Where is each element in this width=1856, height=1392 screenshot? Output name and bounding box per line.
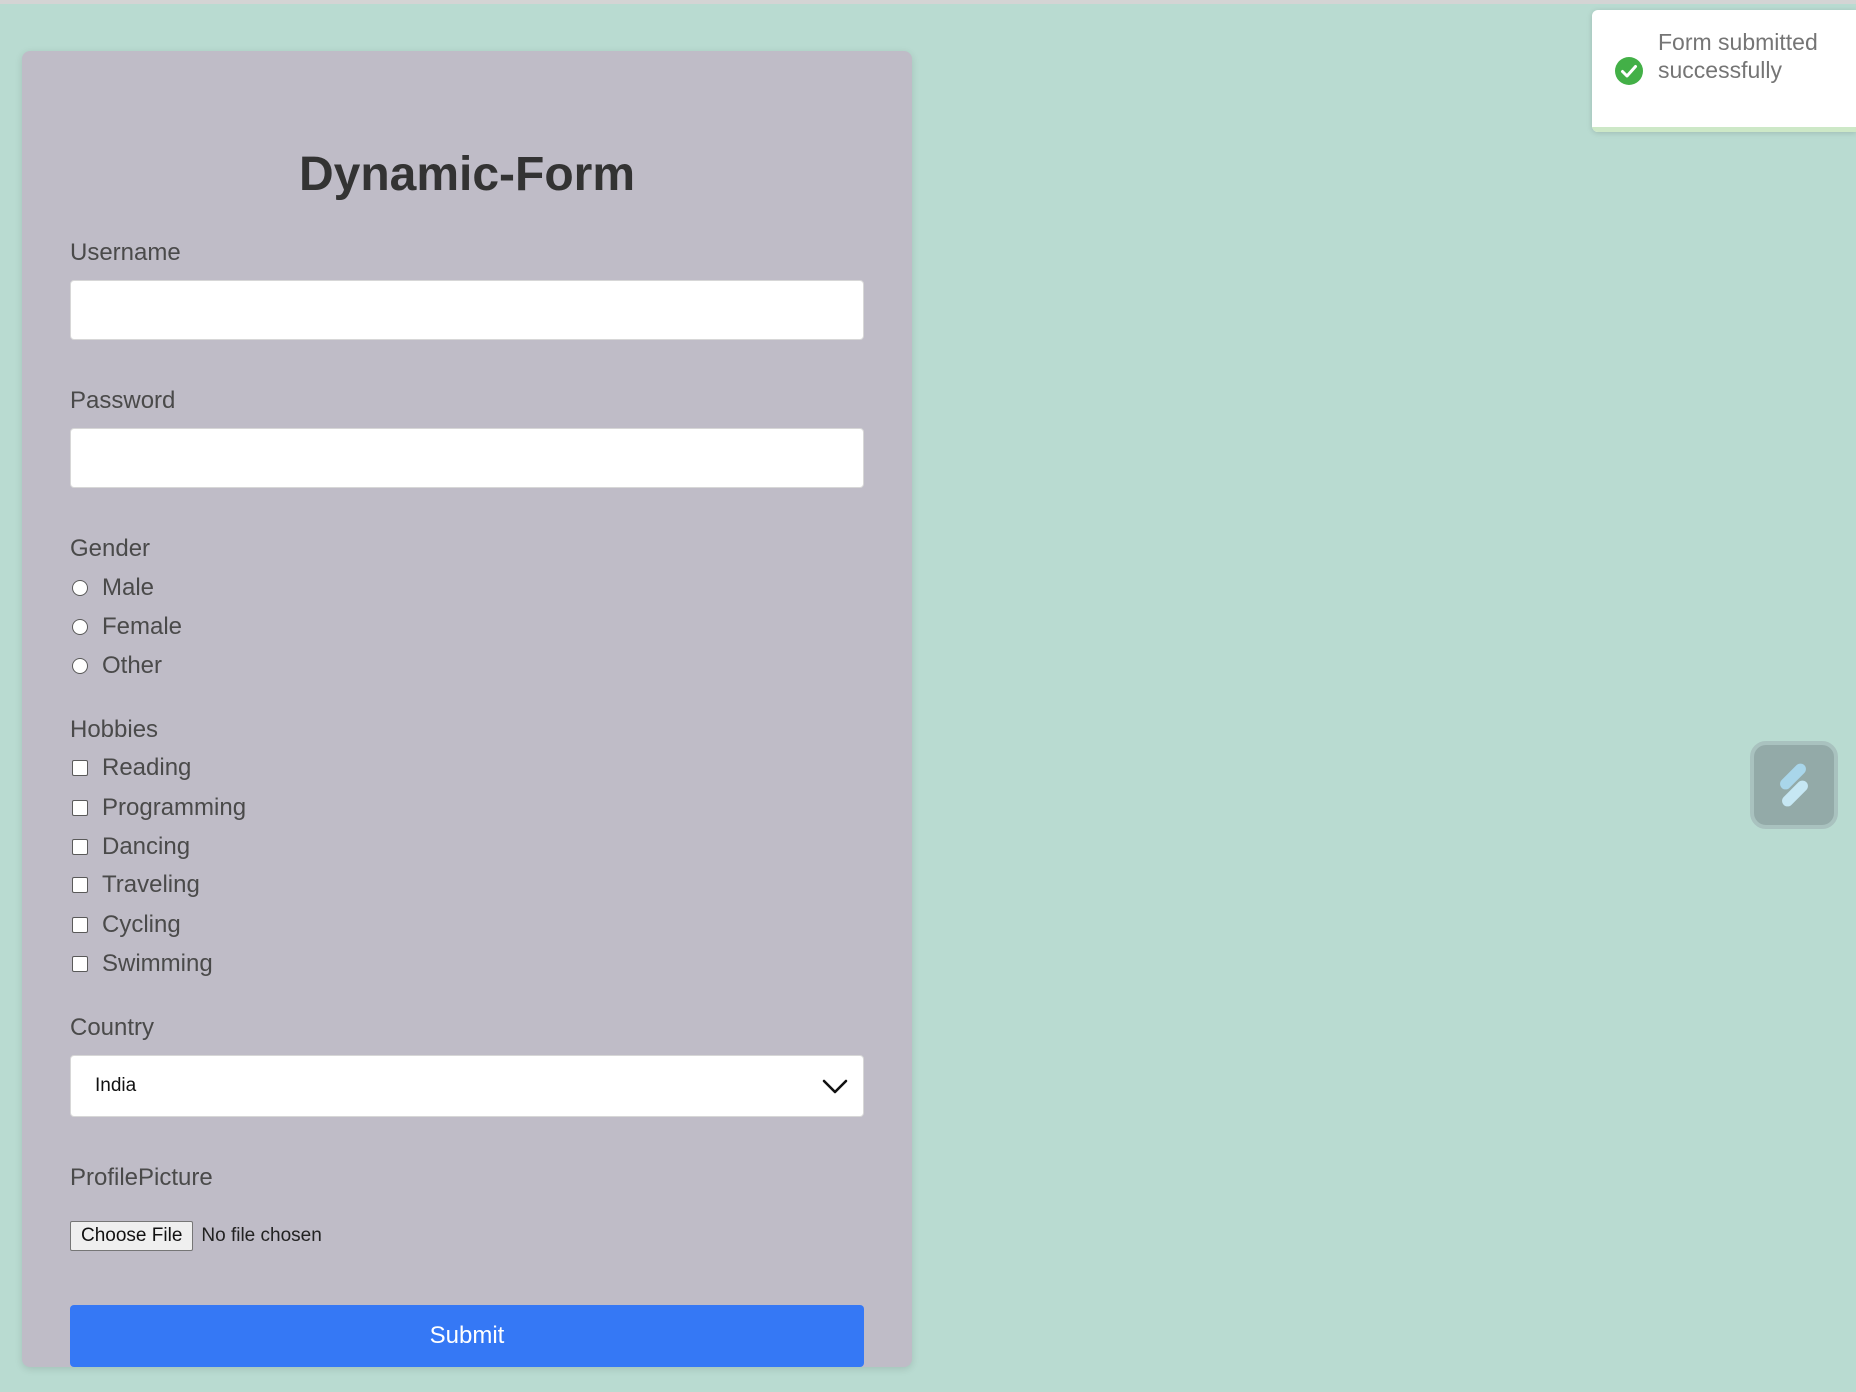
hobby-option-label: Swimming [102, 950, 213, 977]
hobby-option-dancing[interactable]: Dancing [70, 831, 190, 863]
gender-option-label: Female [102, 613, 183, 640]
gender-option-other[interactable]: Other [70, 650, 162, 682]
hobby-option-label: Traveling [102, 871, 200, 898]
username-label: Username [70, 239, 181, 266]
submit-button[interactable]: Submit [70, 1305, 864, 1367]
country-select[interactable]: India [70, 1055, 864, 1117]
hobby-option-programming[interactable]: Programming [70, 792, 246, 824]
hobby-checkbox-reading[interactable] [72, 760, 88, 776]
country-label: Country [70, 1014, 155, 1041]
hobby-option-traveling[interactable]: Traveling [70, 869, 200, 901]
chevron-down-icon [822, 1079, 848, 1094]
profile-picture-file-input[interactable]: Choose File No file chosen [70, 1221, 322, 1251]
gender-label: Gender [70, 535, 151, 562]
hobby-option-swimming[interactable]: Swimming [70, 948, 213, 980]
password-label: Password [70, 387, 176, 414]
hobby-checkbox-traveling[interactable] [72, 877, 88, 893]
hobby-option-label: Cycling [102, 911, 181, 938]
country-selected-value: India [95, 1075, 137, 1096]
hobby-option-label: Reading [102, 754, 192, 781]
hobby-option-label: Programming [102, 794, 247, 821]
toast-message: Form submitted successfully [1658, 29, 1818, 83]
toast-progress-bar [1592, 127, 1856, 132]
gender-radio-other[interactable] [72, 658, 88, 674]
success-toast[interactable]: Form submitted successfully [1592, 10, 1856, 132]
check-circle-icon [1615, 57, 1643, 85]
floating-assistant-button[interactable] [1750, 741, 1838, 829]
browser-top-edge [0, 0, 1856, 4]
gender-radio-male[interactable] [72, 580, 88, 596]
password-input[interactable] [70, 428, 864, 488]
toast-progress-fill [1592, 127, 1856, 132]
choose-file-button[interactable]: Choose File [70, 1221, 194, 1251]
hobbies-label: Hobbies [70, 716, 159, 743]
gender-option-label: Other [102, 652, 163, 679]
hobby-checkbox-dancing[interactable] [72, 839, 88, 855]
hobby-checkbox-swimming[interactable] [72, 956, 88, 972]
username-input[interactable] [70, 280, 864, 340]
hobby-option-label: Dancing [102, 833, 191, 860]
gender-option-female[interactable]: Female [70, 611, 182, 643]
gender-option-male[interactable]: Male [70, 572, 154, 604]
hobby-checkbox-cycling[interactable] [72, 917, 88, 933]
profile-picture-label: ProfilePicture [70, 1164, 213, 1191]
hobby-option-reading[interactable]: Reading [70, 752, 191, 784]
assistant-logo-icon [1780, 763, 1808, 807]
gender-option-label: Male [102, 574, 155, 601]
hobby-checkbox-programming[interactable] [72, 800, 88, 816]
form-title: Dynamic-Form [298, 148, 636, 201]
hobby-option-cycling[interactable]: Cycling [70, 909, 181, 941]
gender-radio-female[interactable] [72, 619, 88, 635]
file-status-text: No file chosen [201, 1225, 322, 1246]
dynamic-form-card: Dynamic-Form Username Password Gender Ma… [22, 51, 912, 1367]
